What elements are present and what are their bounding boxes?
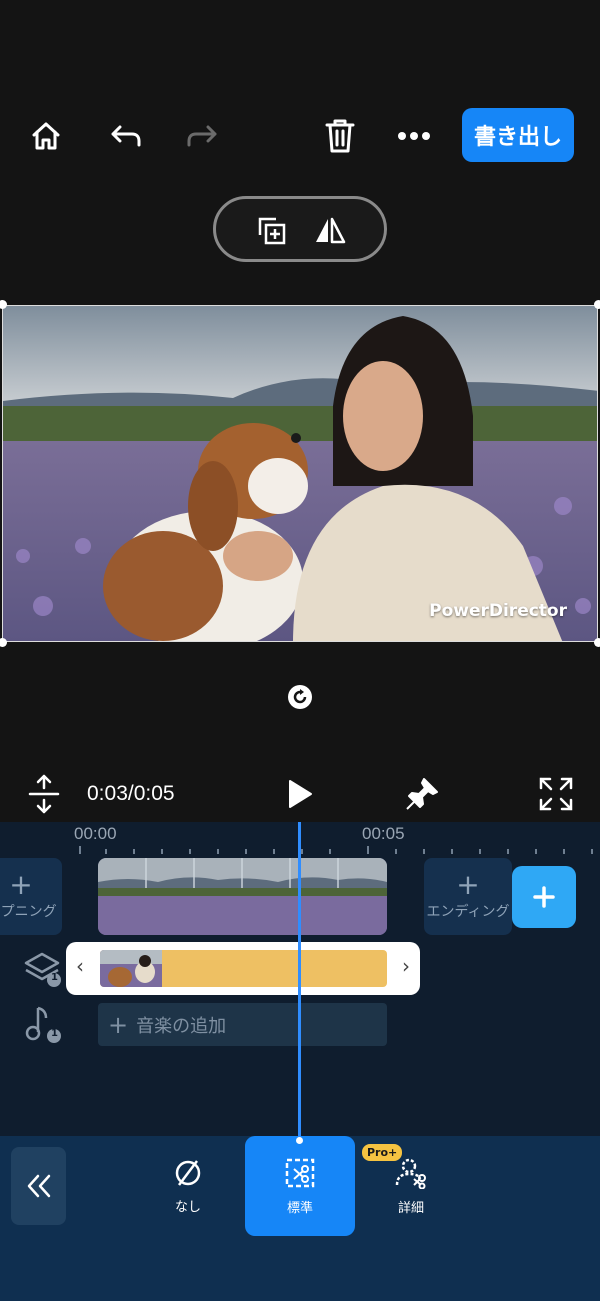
plus-icon: + [108, 1010, 129, 1039]
ending-tile[interactable]: + エンディング [424, 858, 512, 935]
trash-icon [325, 119, 355, 153]
clip-thumbnails [98, 858, 387, 935]
play-button[interactable] [286, 778, 314, 814]
trim-right-handle[interactable]: › [402, 954, 410, 978]
redo-button[interactable] [178, 112, 226, 160]
none-icon [175, 1159, 201, 1186]
preview-tools-pill [213, 196, 387, 262]
ruler-ticks [79, 846, 593, 854]
time-display: 0:03/0:05 [87, 782, 175, 805]
music-layer-icon: 1 [24, 1004, 64, 1048]
export-button[interactable]: 書き出し [462, 108, 574, 162]
bottom-panel: なし 標準 詳細 Pro+ [0, 1136, 600, 1301]
music-count: 1 [51, 1028, 58, 1039]
pro-badge: Pro+ [362, 1144, 403, 1161]
collapse-button[interactable] [11, 1147, 66, 1225]
rotate-icon [288, 685, 312, 709]
flip-button[interactable] [312, 213, 348, 249]
add-music-label: 音楽の追加 [136, 1015, 227, 1037]
video-clip[interactable] [98, 858, 387, 935]
double-chevron-left-icon [27, 1174, 50, 1198]
play-icon [289, 780, 312, 808]
duplicate-button[interactable] [254, 213, 290, 249]
fullscreen-icon [539, 777, 573, 811]
overlay-count: 1 [51, 972, 58, 983]
playback-row: 0:03/0:05 [0, 760, 600, 822]
undo-button[interactable] [102, 112, 150, 160]
top-toolbar: 書き出し [0, 0, 600, 300]
rotate-button[interactable] [287, 684, 313, 710]
resize-handle[interactable] [594, 300, 600, 309]
cutout-detail-icon [395, 1158, 426, 1189]
resize-handle[interactable] [0, 638, 7, 647]
preview-image [3, 306, 597, 641]
pin-button[interactable] [404, 776, 440, 816]
fullscreen-button[interactable] [538, 776, 574, 816]
opening-label: オープニング [0, 904, 57, 920]
home-icon [32, 122, 60, 150]
option-standard[interactable]: 標準 [245, 1136, 355, 1236]
trim-left-handle[interactable]: ‹ [76, 954, 84, 978]
overlay-layer-icon: 1 [24, 952, 64, 992]
ruler-mid: 00:05 [362, 824, 405, 843]
video-preview[interactable]: PowerDirector [2, 305, 598, 642]
playhead[interactable] [296, 822, 303, 1144]
playhead-dot [296, 1137, 303, 1144]
more-button[interactable] [390, 112, 438, 160]
opening-tile[interactable]: + オープニング [0, 858, 62, 935]
expand-vertical-icon [28, 774, 60, 814]
ruler-start: 00:00 [74, 824, 117, 843]
overlay-clip[interactable] [100, 950, 387, 987]
track-height-button[interactable] [26, 774, 62, 818]
home-button[interactable] [22, 112, 70, 160]
overlay-thumbnail [100, 950, 162, 987]
add-clip-button[interactable] [512, 866, 576, 928]
plus-icon [533, 886, 555, 908]
resize-handle[interactable] [594, 638, 600, 647]
flip-icon [316, 217, 346, 244]
watermark: PowerDirector [429, 601, 567, 621]
option-detail-label: 詳細 [397, 1200, 424, 1216]
add-music-button[interactable]: + 音楽の追加 [98, 1003, 387, 1046]
cutout-standard-icon [285, 1158, 315, 1187]
delete-button[interactable] [316, 112, 364, 160]
undo-icon [111, 125, 141, 147]
redo-icon [187, 125, 217, 147]
option-none[interactable]: なし [133, 1136, 243, 1236]
option-standard-label: 標準 [286, 1200, 313, 1216]
pin-icon [406, 778, 438, 810]
more-dots-icon [398, 132, 430, 140]
duplicate-icon [258, 217, 286, 245]
option-none-label: なし [174, 1199, 201, 1215]
overlay-clip-selected[interactable]: ‹ › [66, 942, 420, 995]
ending-label: エンディング [426, 904, 510, 920]
